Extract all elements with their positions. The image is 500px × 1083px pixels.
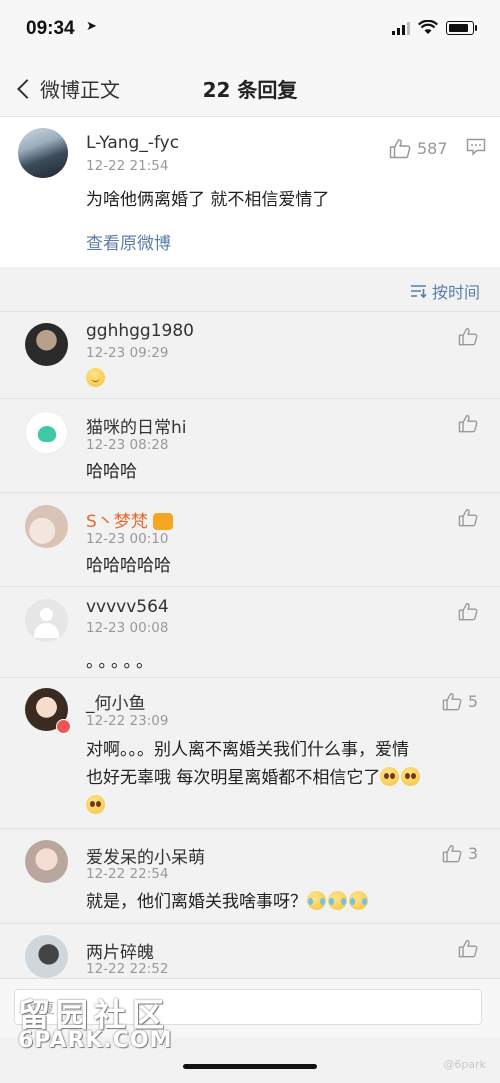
reply-item: 爱发呆的小呆萌 12-22 22:54 就是，他们离婚关我啥事呀？ 3 [0,828,500,924]
like-count: 587 [417,139,448,158]
nav-bar: 微博正文 22 条回复 [0,60,500,117]
signal-icon [392,21,410,35]
like-button[interactable] [458,508,478,527]
reply-item: vvvvv564 12-23 00:08 。。。。。 [0,586,500,678]
thumbs-up-icon [389,139,411,159]
reply-time: 12-22 23:09 [86,713,169,729]
comment-text: 为啥他俩离婚了 就不相信爱情了 [86,190,330,210]
avatar[interactable] [25,505,68,548]
thumbs-up-icon [442,693,462,711]
thumbs-up-icon [458,940,478,958]
reply-item: 两片碎魄 12-22 22:52 [0,923,500,979]
wifi-icon [418,20,438,34]
reply-time: 12-23 00:08 [86,620,169,636]
page-title: 22 条回复 [202,78,298,102]
reply-author[interactable]: 猫咪的日常hi [86,413,187,438]
reply-time: 12-23 08:28 [86,437,169,453]
avatar[interactable] [25,935,68,978]
tears-of-joy-emoji-icon [349,891,368,910]
reply-author[interactable]: vvvvv564 [86,597,169,617]
location-icon: ➤ [86,19,97,34]
thumbs-up-icon [458,509,478,527]
reply-text [86,365,476,393]
watermark-domain: 6PARK.COM [18,1028,173,1053]
comment-time: 12-22 21:54 [86,158,169,174]
reply-author[interactable]: S丶梦梵 [86,507,175,532]
status-time: 09:34 [26,18,75,39]
pleading-emoji-icon [401,767,421,786]
badge-dot-icon [56,719,71,734]
tears-of-joy-emoji-icon [307,891,326,910]
like-button[interactable]: 5 [442,692,478,711]
like-button[interactable] [458,939,478,958]
thumbs-up-icon [458,603,478,621]
like-button[interactable] [458,327,478,346]
home-indicator[interactable] [183,1064,317,1069]
sort-label: 按时间 [431,283,480,302]
sort-button[interactable]: 按时间 [410,279,480,303]
like-count: 5 [467,692,478,711]
thumbs-up-icon [458,328,478,346]
view-original-link[interactable]: 查看原微博 [86,229,171,254]
like-count: 3 [467,844,478,863]
reply-text: 就是，他们离婚关我啥事呀？ [86,888,476,916]
pleading-emoji-icon [86,795,105,814]
sort-bar: 按时间 [0,267,500,311]
reply-author[interactable]: 两片碎魄 [86,938,154,963]
reply-item: S丶梦梵 12-23 00:10 哈哈哈哈哈 [0,492,500,587]
thumbs-up-icon [458,415,478,433]
reply-text: 对啊。。。别人离不离婚关我们什么事，爱情 也好无辜哦 每次明星离婚都不相信它了 [86,736,476,820]
reply-item: 猫咪的日常hi 12-23 08:28 哈哈哈 [0,398,500,493]
comment-icon[interactable] [466,138,486,156]
avatar[interactable] [25,323,68,366]
watermark-handle: @6park [443,1058,486,1071]
avatar[interactable] [25,840,68,883]
reply-author[interactable]: 爱发呆的小呆萌 [86,843,205,868]
comment-author[interactable]: L-Yang_-fyc [86,133,179,153]
reply-time: 12-22 22:52 [86,961,169,977]
avatar[interactable] [18,128,68,178]
battery-icon [446,20,477,35]
reply-author[interactable]: _何小鱼 [86,689,146,714]
like-button[interactable]: 587 [389,138,448,159]
pleading-emoji-icon [380,767,400,786]
sort-icon [410,285,427,298]
vip-badge-icon [153,513,174,530]
avatar[interactable] [25,411,68,454]
reply-text: 。。。。。 [86,652,157,672]
reply-time: 12-22 22:54 [86,866,169,882]
reply-author[interactable]: gghhgg1980 [86,321,194,341]
reply-time: 12-23 09:29 [86,345,169,361]
like-button[interactable]: 3 [442,844,478,863]
thumbs-up-icon [442,845,462,863]
watermark-logo: 留园社区 6PARK.COM [18,990,172,1053]
like-button[interactable] [458,602,478,621]
reply-text: 哈哈哈哈哈 [86,556,171,576]
reply-text: 哈哈哈 [86,462,137,482]
like-button[interactable] [458,414,478,433]
smile-emoji-icon [86,368,105,387]
tears-of-joy-emoji-icon [328,891,347,910]
reply-item: gghhgg1980 12-23 09:29 [0,311,500,399]
status-bar: 09:34 ➤ [0,0,500,60]
avatar[interactable] [25,599,68,642]
reply-time: 12-23 00:10 [86,531,169,547]
reply-item: _何小鱼 12-22 23:09 对啊。。。别人离不离婚关我们什么事，爱情 也好… [0,677,500,829]
